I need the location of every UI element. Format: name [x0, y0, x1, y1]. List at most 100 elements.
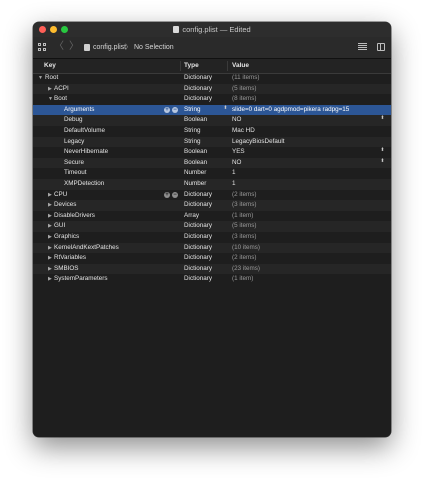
nav-forward-icon[interactable]: 〉	[69, 37, 79, 57]
remove-row-icon[interactable]: −	[172, 106, 178, 113]
row-type[interactable]: Dictionary	[184, 243, 212, 254]
row-key: KernelAndKextPatches	[54, 243, 119, 251]
boolean-popup-stepper-icon[interactable]: ⬍	[380, 158, 385, 163]
row-value[interactable]: 1	[232, 168, 236, 179]
plist-row-legacy[interactable]: Legacy String LegacyBiosDefault	[33, 136, 391, 148]
row-type[interactable]: Dictionary	[184, 253, 212, 264]
row-key: ACPI	[54, 84, 69, 92]
column-value-header[interactable]: Value	[232, 59, 249, 73]
plist-row-cpu[interactable]: ▶ CPU + − Dictionary (2 items)	[33, 190, 391, 201]
row-key: SMBIOS	[54, 264, 79, 272]
row-value: (2 items)	[232, 190, 257, 198]
type-popup-stepper-icon[interactable]: ⬍	[223, 105, 228, 110]
row-key: GUI	[54, 222, 66, 230]
row-value[interactable]: LegacyBiosDefault	[232, 137, 285, 148]
row-type[interactable]: Boolean	[184, 147, 207, 158]
nav-back-icon[interactable]: 〈	[54, 37, 64, 57]
plist-row-arguments[interactable]: Arguments + − String ⬍ slide=0 dart=0 ag…	[33, 104, 391, 116]
row-value: (3 items)	[232, 201, 257, 209]
plist-row-kernelandkextpatches[interactable]: ▶ KernelAndKextPatches Dictionary (10 it…	[33, 242, 391, 254]
row-key: Debug	[64, 116, 83, 124]
row-value: (23 items)	[232, 264, 260, 272]
plist-row-smbios[interactable]: ▶ SMBIOS Dictionary (23 items)	[33, 263, 391, 275]
row-type[interactable]: Boolean	[184, 158, 207, 169]
row-type[interactable]: Boolean	[184, 115, 207, 126]
row-value: (11 items)	[232, 74, 260, 81]
breadcrumb-file[interactable]: config.plist	[93, 37, 126, 58]
document-icon	[173, 26, 180, 33]
row-type[interactable]: Number	[184, 179, 206, 190]
row-type[interactable]: Dictionary	[184, 84, 212, 95]
row-type[interactable]: String	[184, 105, 200, 116]
row-type[interactable]: String	[184, 137, 200, 148]
row-value[interactable]: 1	[232, 179, 236, 190]
row-value[interactable]: YES	[232, 147, 245, 158]
boolean-popup-stepper-icon[interactable]: ⬍	[380, 148, 385, 153]
plist-row-debug[interactable]: Debug Boolean NO ⬍	[33, 115, 391, 126]
row-type[interactable]: Dictionary	[184, 232, 212, 243]
plist-row-boot[interactable]: ▼ Boot Dictionary (8 items)	[33, 94, 391, 105]
window-title-container: config.plist — Edited	[33, 22, 391, 37]
plist-row-acpi[interactable]: ▶ ACPI Dictionary (5 items)	[33, 83, 391, 95]
related-items-grid-icon[interactable]	[38, 43, 46, 51]
row-value[interactable]: NO	[232, 115, 241, 126]
row-key: Root	[45, 74, 59, 81]
column-key-header[interactable]: Key	[44, 59, 56, 73]
disclosure-open-icon[interactable]: ▼	[38, 73, 44, 84]
plist-row-timeout[interactable]: Timeout Number 1	[33, 168, 391, 179]
plist-outline: ▼ Root Dictionary (11 items) ▶ ACPI Dict…	[33, 73, 391, 285]
row-key: Boot	[54, 95, 67, 103]
plist-editor-window: config.plist — Edited 〈 〉 config.plist 〉…	[33, 22, 391, 437]
plist-row-secure[interactable]: Secure Boolean NO ⬍	[33, 157, 391, 169]
plist-row-neverhibernate[interactable]: NeverHibernate Boolean YES ⬍	[33, 147, 391, 158]
plist-row-systemparameters[interactable]: ▶ SystemParameters Dictionary (1 item)	[33, 274, 391, 285]
plist-row-xmpdetection[interactable]: XMPDetection Number 1	[33, 178, 391, 190]
plist-row-disabledrivers[interactable]: ▶ DisableDrivers Array (1 item)	[33, 211, 391, 222]
row-key: NeverHibernate	[64, 148, 109, 156]
row-value: (1 item)	[232, 211, 254, 219]
row-value[interactable]: slide=0 dart=0 agdpmod=pikera radpg=15	[232, 105, 349, 116]
row-value[interactable]: Mac HD	[232, 126, 255, 137]
file-icon	[84, 44, 90, 51]
remove-row-icon[interactable]: −	[172, 191, 178, 198]
row-type[interactable]: Dictionary	[184, 94, 212, 105]
row-value: (3 items)	[232, 232, 257, 240]
add-row-icon[interactable]: +	[164, 191, 170, 198]
row-value: (10 items)	[232, 243, 260, 251]
row-key: Devices	[54, 201, 77, 209]
row-value: (8 items)	[232, 95, 257, 103]
row-key: CPU	[54, 190, 68, 198]
row-key: XMPDetection	[64, 179, 105, 187]
row-key: DisableDrivers	[54, 211, 95, 219]
row-value: (5 items)	[232, 222, 257, 230]
column-type-header[interactable]: Type	[184, 59, 199, 73]
row-type[interactable]: Dictionary	[184, 200, 212, 211]
plist-row-graphics[interactable]: ▶ Graphics Dictionary (3 items)	[33, 232, 391, 243]
row-type[interactable]: Dictionary	[184, 73, 212, 84]
plist-row-rtvariables[interactable]: ▶ RtVariables Dictionary (2 items)	[33, 253, 391, 264]
breadcrumb-selection[interactable]: No Selection	[134, 37, 174, 58]
row-key: Secure	[64, 158, 84, 166]
plist-row-root[interactable]: ▼ Root Dictionary (11 items)	[33, 73, 391, 84]
plist-row-devices[interactable]: ▶ Devices Dictionary (3 items)	[33, 200, 391, 211]
breadcrumb-separator: 〉	[125, 44, 132, 51]
row-type[interactable]: Array	[184, 211, 199, 222]
row-type[interactable]: String	[184, 126, 200, 137]
row-key: Timeout	[64, 169, 87, 177]
row-key: SystemParameters	[54, 275, 108, 283]
inspector-toggle-icon[interactable]	[377, 43, 385, 51]
row-key: Graphics	[54, 232, 80, 240]
row-type[interactable]: Dictionary	[184, 190, 212, 201]
add-row-icon[interactable]: +	[164, 106, 170, 113]
row-type[interactable]: Dictionary	[184, 274, 212, 285]
row-type[interactable]: Dictionary	[184, 264, 212, 275]
plist-row-defaultvolume[interactable]: DefaultVolume String Mac HD	[33, 126, 391, 137]
plist-row-gui[interactable]: ▶ GUI Dictionary (5 items)	[33, 221, 391, 232]
row-type[interactable]: Number	[184, 168, 206, 179]
editor-options-icon[interactable]	[358, 43, 367, 51]
boolean-popup-stepper-icon[interactable]: ⬍	[380, 116, 385, 121]
row-key: Legacy	[64, 137, 85, 145]
row-type[interactable]: Dictionary	[184, 221, 212, 232]
row-value[interactable]: NO	[232, 158, 241, 169]
row-key[interactable]: Arguments	[64, 105, 94, 116]
